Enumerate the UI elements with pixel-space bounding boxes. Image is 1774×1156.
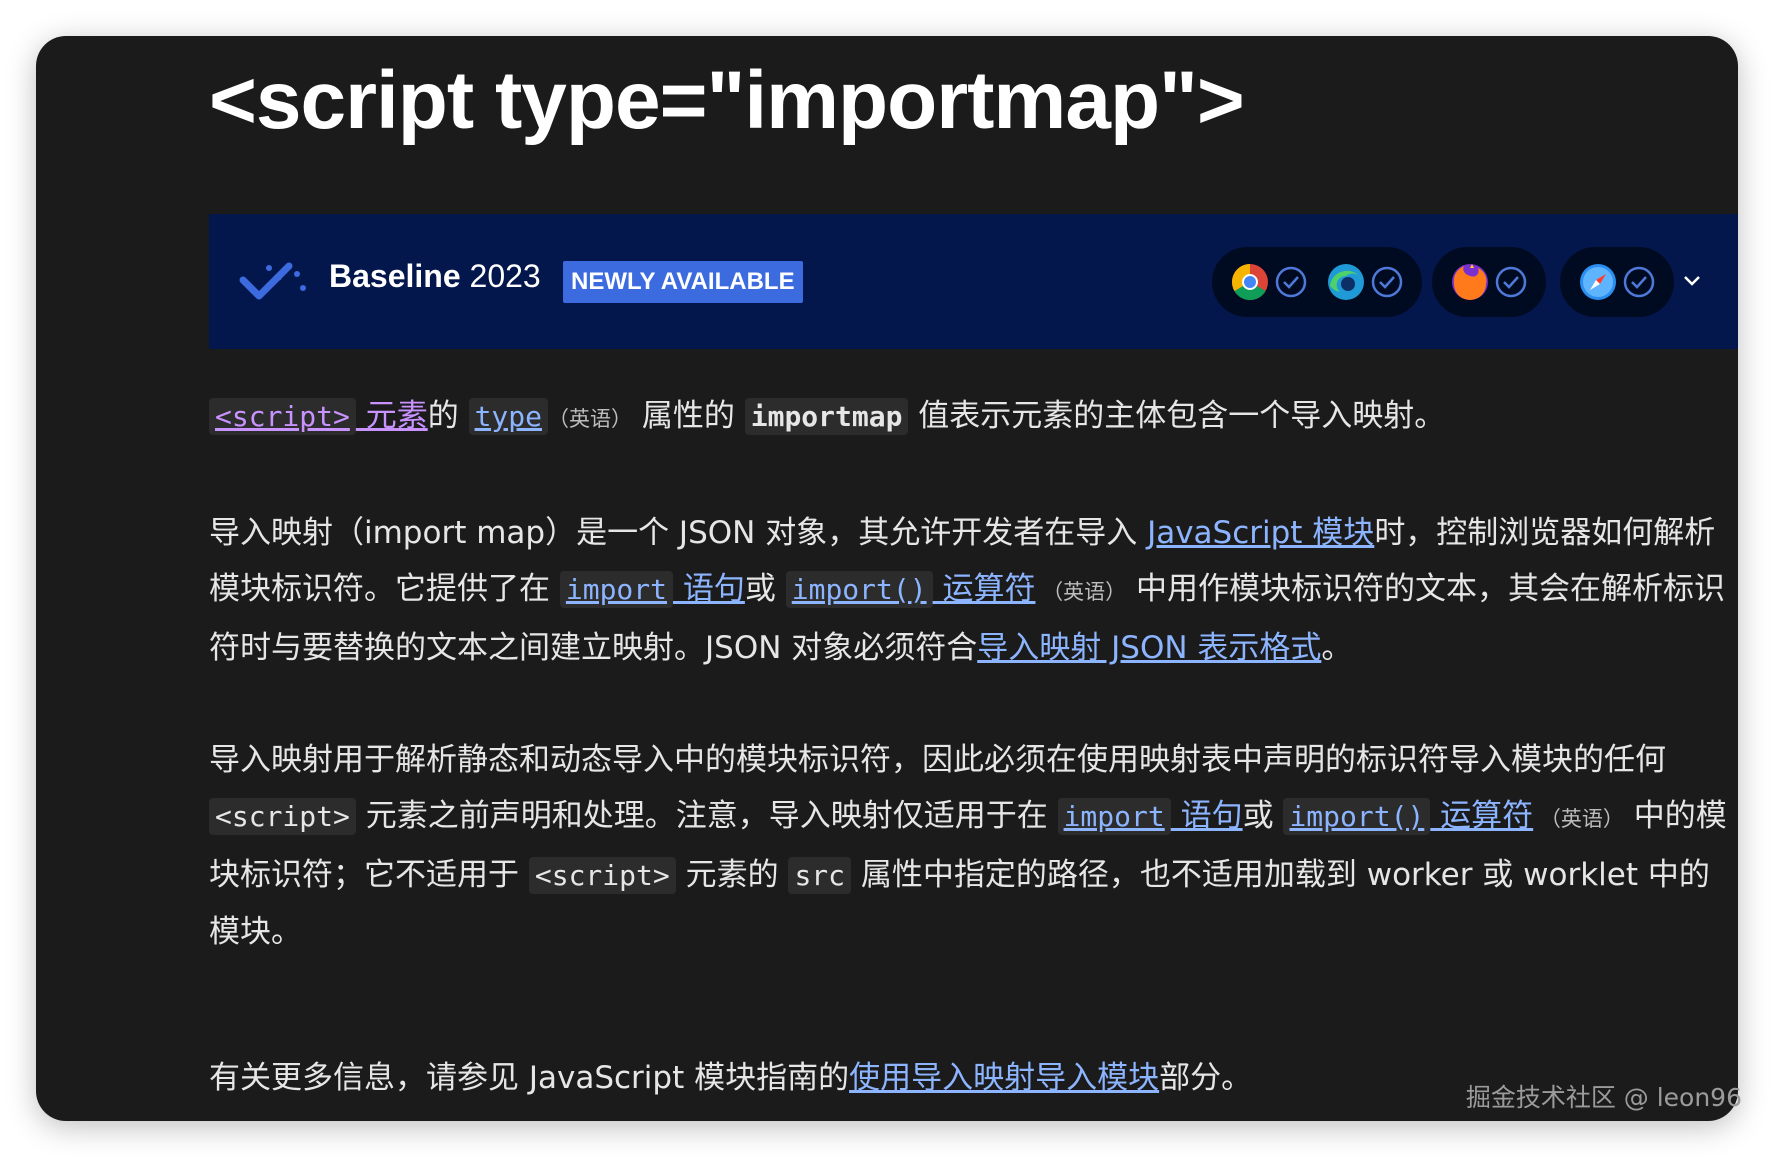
- edge-icon: [1328, 264, 1364, 300]
- browser-group-chromium[interactable]: [1212, 247, 1422, 317]
- chrome-icon: [1231, 264, 1268, 301]
- watermark: 掘金技术社区 @ leon96: [1465, 1083, 1742, 1112]
- chevron-down-icon[interactable]: [1677, 266, 1707, 296]
- import-map-format-link[interactable]: 导入映射 JSON 表示格式: [977, 630, 1321, 666]
- element-text: 元素: [355, 398, 428, 434]
- check-icon: [1275, 266, 1307, 298]
- import-maps-guide-link[interactable]: 使用导入映射导入模块: [849, 1060, 1159, 1096]
- or-text: 或: [744, 571, 786, 607]
- english-note: （英语）: [1035, 580, 1127, 604]
- import-statement-link[interactable]: import 语句: [1057, 798, 1243, 835]
- p4-text-2: 部分。: [1159, 1060, 1253, 1096]
- check-icon: [1495, 266, 1527, 298]
- importmap-code: importmap: [744, 398, 909, 435]
- p2-text-4: 。: [1321, 630, 1353, 666]
- type-code: type: [468, 398, 549, 435]
- of-text: 的: [427, 398, 469, 434]
- check-icon: [1371, 266, 1403, 298]
- attr-text: 属性的: [632, 398, 745, 434]
- firefox-icon: [1452, 264, 1488, 300]
- or-text: 或: [1242, 798, 1284, 834]
- script-code: <script>: [209, 798, 356, 835]
- import-code: import: [559, 571, 674, 608]
- baseline-year: 2023: [469, 258, 541, 294]
- safari-icon: [1580, 264, 1616, 300]
- script-element-link[interactable]: <script> 元素: [209, 398, 428, 435]
- baseline-label: Baseline: [329, 258, 461, 294]
- import-statement-link[interactable]: import 语句: [559, 571, 745, 608]
- browser-group-firefox[interactable]: [1432, 247, 1546, 317]
- english-note: （英语）: [548, 407, 633, 431]
- javascript-modules-link[interactable]: JavaScript 模块: [1147, 515, 1374, 551]
- import-fn-code: import(): [785, 571, 933, 608]
- english-note: （英语）: [1533, 807, 1624, 831]
- baseline-check-icon: [239, 262, 306, 300]
- content-window: <script type="importmap"> Baseline 2023 …: [36, 36, 1738, 1121]
- check-icon: [1623, 266, 1655, 298]
- newly-available-badge: NEWLY AVAILABLE: [563, 261, 803, 303]
- p4-text-1: 有关更多信息，请参见 JavaScript 模块指南的: [209, 1060, 850, 1096]
- import-fn-code: import(): [1283, 798, 1431, 835]
- statement-text: 语句: [1170, 798, 1243, 834]
- page-title: <script type="importmap">: [209, 55, 1245, 146]
- operator-text: 运算符: [932, 571, 1036, 607]
- script-code: <script>: [528, 857, 676, 894]
- baseline-banner[interactable]: Baseline 2023 NEWLY AVAILABLE: [209, 214, 1738, 349]
- type-attr-link[interactable]: type: [468, 398, 549, 435]
- p3-text-1: 导入映射用于解析静态和动态导入中的模块标识符，因此必须在使用映射表中声明的标识符…: [209, 742, 1666, 778]
- intro-rest-text: 值表示元素的主体包含一个导入映射。: [908, 398, 1446, 434]
- p3-text-4: 元素的: [675, 857, 789, 893]
- import-operator-link[interactable]: import() 运算符: [1283, 798, 1534, 835]
- p2-text-1: 导入映射（import map）是一个 JSON 对象，其允许开发者在导入: [209, 515, 1148, 551]
- paragraph-import-map: 导入映射（import map）是一个 JSON 对象，其允许开发者在导入 Ja…: [209, 505, 1729, 676]
- paragraph-intro: <script> 元素的 type （英语） 属性的 importmap 值表示元…: [209, 388, 1729, 447]
- script-code: <script>: [209, 398, 356, 435]
- import-code: import: [1057, 798, 1171, 835]
- paragraph-resolution: 导入映射用于解析静态和动态导入中的模块标识符，因此必须在使用映射表中声明的标识符…: [209, 732, 1729, 960]
- browser-group-safari[interactable]: [1560, 247, 1674, 317]
- statement-text: 语句: [673, 571, 745, 607]
- baseline-title: Baseline 2023: [329, 258, 541, 295]
- import-operator-link[interactable]: import() 运算符: [785, 571, 1036, 608]
- src-code: src: [788, 857, 852, 894]
- p3-text-2: 元素之前声明和处理。注意，导入映射仅适用于在: [355, 798, 1058, 834]
- operator-text: 运算符: [1430, 798, 1534, 834]
